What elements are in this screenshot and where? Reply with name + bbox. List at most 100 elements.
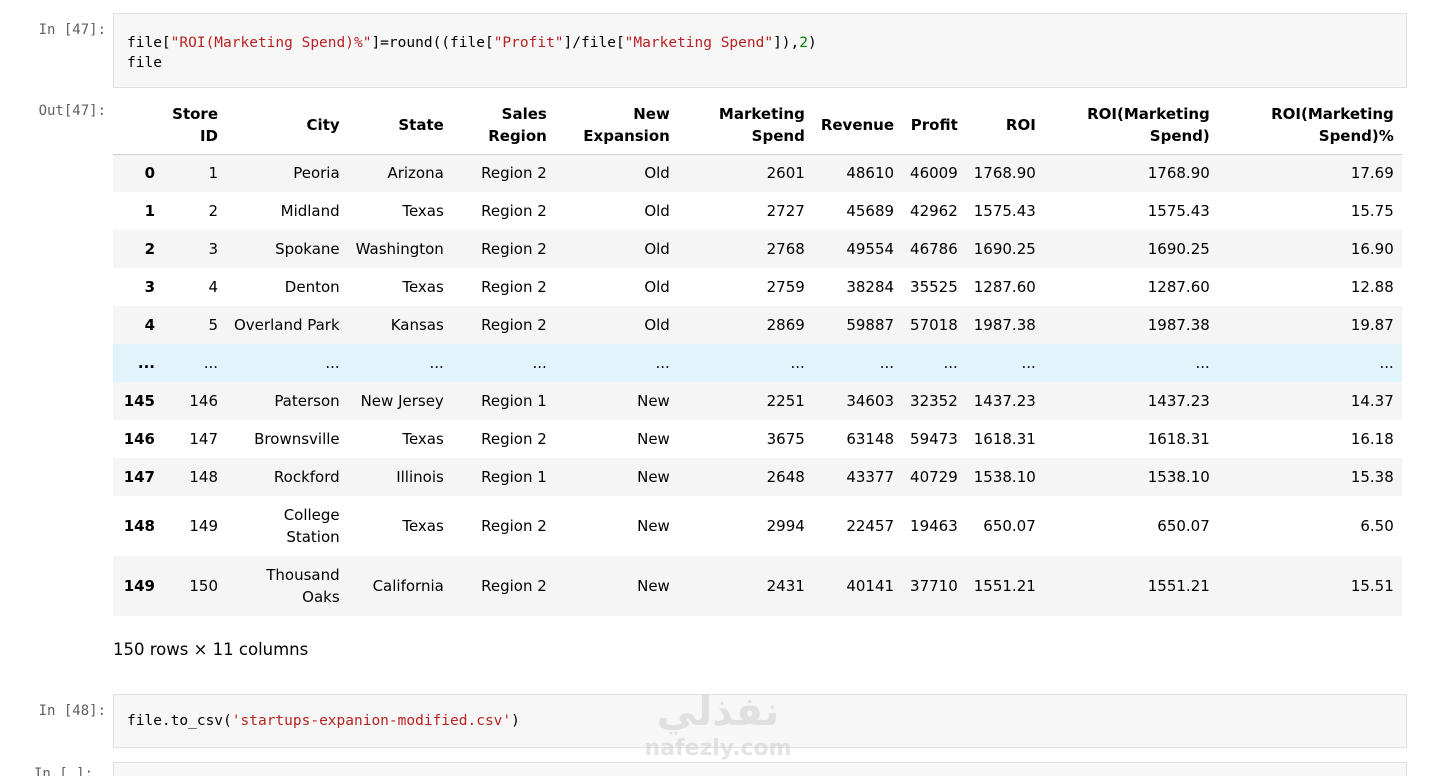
table-cell: 34603	[846, 392, 895, 410]
table-row: 3 4 Denton Texas Region 2 Old 2759 38284 35525 12…	[113, 268, 1402, 306]
table-cell: 37710	[910, 577, 958, 595]
table-cell: 2768	[766, 240, 805, 258]
table-cell: 2727	[766, 202, 805, 220]
table-cell: 46009	[910, 164, 958, 183]
table-cell: College Station	[283, 506, 340, 546]
code-editor-47[interactable]: file["ROI(Marketing Spend)%"]=round((fil…	[113, 13, 1407, 88]
table-cell: ...	[325, 354, 340, 372]
table-cell: ...	[532, 354, 547, 372]
table-cell: 2648	[766, 468, 805, 486]
table-cell: 147	[189, 430, 218, 448]
table-cell: 2759	[766, 278, 805, 296]
table-cell: ...	[790, 354, 805, 372]
table-cell: 1690.25	[973, 240, 1036, 258]
table-cell: 1987.38	[1147, 316, 1210, 334]
table-row: 4 5 Overland Park Kansas Region 2 Old 2869 5988…	[113, 306, 1402, 344]
code-token: )	[511, 713, 520, 729]
table-row: 1 2 Midland Texas Region 2 Old 2727 45689 42962 1…	[113, 192, 1402, 230]
table-cell: 1	[208, 164, 218, 183]
table-cell: 1287.60	[1147, 278, 1210, 296]
table-header-row: Store ID City State Sales Region New Expansi…	[113, 96, 1402, 155]
table-cell: Old	[644, 202, 670, 220]
table-cell: 1690.25	[1147, 240, 1210, 258]
table-cell: 149	[189, 517, 218, 535]
code-token: )	[808, 35, 817, 51]
table-cell: ...	[655, 354, 670, 372]
code-token: ]),	[773, 35, 800, 51]
table-cell: 1618.31	[1147, 430, 1210, 448]
input-prompt-next: In [ ]:	[34, 766, 94, 776]
table-cell: 15.38	[1350, 468, 1394, 486]
code-token: round	[388, 35, 433, 51]
row-index: 147	[123, 468, 155, 486]
table-cell: 46786	[910, 240, 958, 258]
table-cell: New Jersey	[360, 392, 444, 410]
table-row: 0 1 Peoria Arizona Region 2 Old 2601 48610 46009…	[113, 154, 1402, 192]
row-index: 0	[144, 164, 155, 183]
table-cell: 6.50	[1360, 517, 1394, 535]
code-editor-next[interactable]	[113, 762, 1407, 776]
column-header: ROI(Marketing Spend)	[1043, 96, 1218, 155]
table-cell: Texas	[402, 430, 444, 448]
table-cell: Brownsville	[254, 430, 340, 448]
table-cell: Old	[644, 240, 670, 258]
table-row: 147 148 Rockford Illinois Region 1 New 2648 433…	[113, 458, 1402, 496]
table-cell: Region 2	[481, 164, 547, 183]
row-index: 148	[123, 517, 155, 535]
code-token: file	[127, 713, 162, 729]
code-token: file	[581, 35, 616, 51]
table-cell: ...	[1379, 354, 1394, 372]
table-cell: 45689	[846, 202, 895, 220]
table-cell: Kansas	[390, 316, 444, 334]
row-index: 149	[123, 577, 155, 595]
table-cell: 16.18	[1350, 430, 1394, 448]
code-token: "Profit"	[493, 35, 564, 51]
column-header: State	[347, 96, 452, 155]
table-cell: Old	[644, 164, 670, 183]
code-token: [	[615, 35, 625, 51]
table-cell: ...	[429, 354, 444, 372]
table-cell: Region 2	[481, 316, 547, 334]
table-cell: Region 2	[481, 240, 547, 258]
table-cell: 43377	[846, 468, 895, 486]
table-cell: 3	[208, 240, 218, 258]
table-cell: 1538.10	[1147, 468, 1210, 486]
table-cell: 38284	[846, 278, 895, 296]
table-cell: Region 2	[481, 278, 547, 296]
table-cell: 1618.31	[973, 430, 1036, 448]
code-token: 'startups-expanion-modified.csv'	[231, 713, 512, 729]
table-cell: 14.37	[1350, 392, 1394, 410]
table-cell: 1538.10	[973, 468, 1036, 486]
table-cell: 1575.43	[1147, 202, 1210, 220]
table-cell: Region 2	[481, 577, 547, 595]
table-cell: California	[372, 577, 444, 595]
input-prompt-48: In [48]:	[38, 703, 106, 719]
code-editor-48[interactable]: file.to_csv('startups-expanion-modified.…	[113, 694, 1407, 748]
code-token: ((	[432, 35, 451, 51]
table-cell: 12.88	[1350, 278, 1394, 296]
code-token: (	[223, 713, 232, 729]
column-header: Revenue	[812, 96, 903, 155]
table-cell: 2869	[766, 316, 805, 334]
row-index: 4	[144, 316, 155, 334]
table-cell: Denton	[284, 278, 340, 296]
table-cell: ...	[203, 354, 218, 372]
row-index: 3	[144, 278, 155, 296]
table-cell: New	[637, 392, 670, 410]
table-cell: 59473	[910, 430, 958, 448]
table-cell: Paterson	[274, 392, 340, 410]
table-cell: 42962	[910, 202, 958, 220]
code-token: [	[484, 35, 494, 51]
output-prompt-47: Out[47]:	[38, 103, 106, 119]
table-cell: 2994	[766, 517, 805, 535]
table-cell: 2	[208, 202, 218, 220]
table-cell: 40141	[846, 577, 895, 595]
table-cell: 1287.60	[973, 278, 1036, 296]
table-cell: 1551.21	[973, 577, 1036, 595]
table-cell: 650.07	[1157, 517, 1210, 535]
table-cell: 35525	[910, 278, 958, 296]
table-row: 146 147 Brownsville Texas Region 2 New 3675 631…	[113, 420, 1402, 458]
table-cell: 1768.90	[973, 164, 1036, 183]
table-cell: Illinois	[396, 468, 444, 486]
code-token: ]/	[563, 35, 582, 51]
